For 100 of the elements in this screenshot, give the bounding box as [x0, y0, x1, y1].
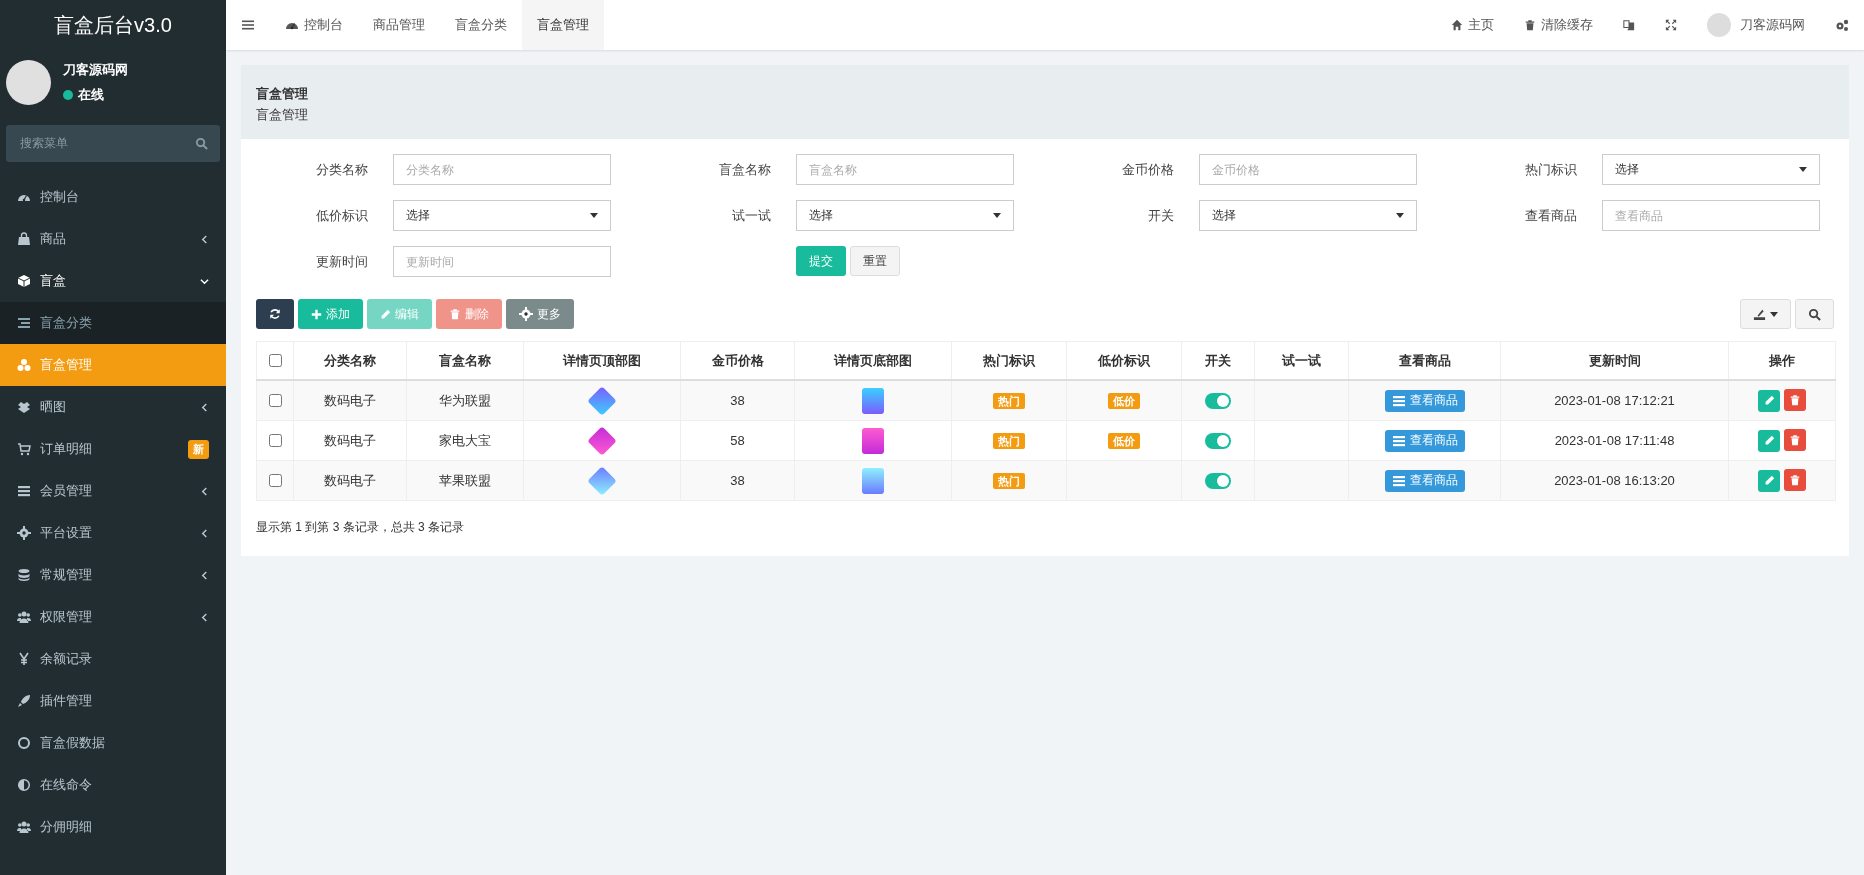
user-menu[interactable]: 刀客源码网 — [1692, 0, 1820, 50]
edit-button[interactable] — [1758, 429, 1781, 452]
filter-select[interactable]: 选择 — [796, 200, 1014, 231]
chevron-left-icon — [200, 612, 209, 622]
list-icon — [1391, 393, 1406, 408]
sidebar-item[interactable]: 订单明细 新 — [0, 428, 226, 470]
table-cell: 2023-01-08 16:13:20 — [1500, 460, 1729, 501]
sidebar-item[interactable]: 在线命令 — [0, 764, 226, 806]
table-cell: 38 — [680, 460, 795, 501]
export-icon — [1753, 307, 1766, 321]
table-cell: 数码电子 — [293, 380, 407, 421]
sidebar-item[interactable]: 盲盒分类 — [0, 302, 226, 344]
filter-select[interactable]: 选择 — [1602, 154, 1820, 185]
chevron-down-icon — [200, 276, 209, 286]
filter-label: 分类名称 — [315, 160, 369, 179]
sidebar-item[interactable]: 余额记录 — [0, 638, 226, 680]
nav-tab[interactable]: 商品管理 — [358, 0, 440, 50]
filter-select[interactable]: 选择 — [393, 200, 611, 231]
menu-icon — [241, 18, 255, 32]
circle-icon — [17, 736, 31, 750]
row-checkbox[interactable] — [269, 474, 282, 487]
toggle-switch[interactable] — [1205, 432, 1231, 449]
sidebar-item[interactable]: 插件管理 — [0, 680, 226, 722]
filter-label: 盲盒名称 — [718, 160, 772, 179]
fullscreen-icon — [1665, 19, 1677, 31]
sidebar-item[interactable]: 平台设置 — [0, 512, 226, 554]
sidebar-item[interactable]: 盲盒假数据 — [0, 722, 226, 764]
filter-input[interactable]: 更新时间 — [393, 246, 611, 277]
search-button[interactable] — [1795, 299, 1834, 329]
filter-input[interactable]: 分类名称 — [393, 154, 611, 185]
low-price-tag: 低价 — [1108, 392, 1140, 409]
delete-button[interactable] — [1783, 389, 1806, 412]
delete-button[interactable] — [1783, 429, 1806, 452]
toggle-switch[interactable] — [1205, 392, 1231, 409]
table-cell: 38 — [680, 380, 795, 421]
trash-icon — [1524, 19, 1536, 31]
table-cell: 数码电子 — [293, 460, 407, 501]
table-cell: 数码电子 — [293, 420, 407, 461]
refresh-button[interactable] — [256, 299, 294, 329]
edit-button[interactable] — [1758, 469, 1781, 492]
table-cell: 58 — [680, 420, 795, 461]
hot-tag: 热门 — [993, 472, 1025, 489]
chevron-left-icon — [200, 570, 209, 580]
app-logo: 盲盒后台v3.0 — [53, 12, 173, 38]
cubes-icon — [17, 358, 31, 372]
translate-icon — [1623, 19, 1635, 31]
row-checkbox[interactable] — [269, 394, 282, 407]
shopping-bag-icon — [17, 232, 31, 246]
filter-label: 更新时间 — [315, 252, 369, 271]
pencil-icon — [1763, 395, 1775, 407]
sidebar-item[interactable]: 晒图 — [0, 386, 226, 428]
search-icon — [1808, 307, 1821, 321]
row-checkbox[interactable] — [269, 434, 282, 447]
trash-icon — [1788, 394, 1801, 407]
cart-icon — [17, 442, 31, 456]
table-cell: 2023-01-08 17:11:48 — [1500, 420, 1729, 461]
filter-input[interactable]: 盲盒名称 — [796, 154, 1014, 185]
nav-tab[interactable]: 盲盒管理 — [522, 0, 604, 50]
filter-label: 金币价格 — [1121, 160, 1175, 179]
nav-tab[interactable]: 盲盒分类 — [440, 0, 522, 50]
filter-input[interactable]: 查看商品 — [1602, 200, 1820, 231]
sidebar-item[interactable]: 分佣明细 — [0, 806, 226, 848]
filter-select[interactable]: 选择 — [1199, 200, 1417, 231]
gift-box-thumbnail — [862, 467, 884, 494]
filter-input[interactable]: 金币价格 — [1199, 154, 1417, 185]
export-button[interactable] — [1740, 299, 1791, 329]
half-circle-icon — [17, 778, 31, 792]
select-all-checkbox[interactable] — [269, 354, 282, 367]
sidebar-item[interactable]: 控制台 — [0, 176, 226, 218]
yen-icon — [17, 652, 31, 666]
new-badge: 新 — [188, 439, 209, 459]
home-link[interactable]: 主页 — [1436, 0, 1509, 50]
table-cell: 苹果联盟 — [406, 460, 524, 501]
table-cell: 华为联盟 — [406, 380, 524, 421]
trash-icon — [1788, 474, 1801, 487]
list-icon — [1391, 433, 1406, 448]
sidebar-item[interactable]: 会员管理 — [0, 470, 226, 512]
more-button[interactable]: 更多 — [506, 299, 574, 329]
clear-cache-link[interactable]: 清除缓存 — [1509, 0, 1608, 50]
reset-button[interactable]: 重置 — [850, 246, 900, 276]
filter-label: 热门标识 — [1524, 160, 1578, 179]
chevron-left-icon — [200, 234, 209, 244]
filter-label: 试一试 — [731, 206, 772, 225]
toggle-switch[interactable] — [1205, 472, 1231, 489]
sidebar-item[interactable]: 商品 — [0, 218, 226, 260]
home-icon — [1451, 19, 1463, 31]
pencil-icon — [1763, 435, 1775, 447]
sidebar-item[interactable]: 权限管理 — [0, 596, 226, 638]
delete-button[interactable] — [1783, 469, 1806, 492]
database-icon — [17, 568, 31, 582]
sidebar-item[interactable]: 盲盒 — [0, 260, 226, 302]
filter-label: 查看商品 — [1524, 206, 1578, 225]
hot-tag: 热门 — [993, 432, 1025, 449]
user-status: 在线 — [78, 86, 104, 104]
chevron-left-icon — [200, 528, 209, 538]
edit-button[interactable] — [1758, 389, 1781, 412]
sidebar-item[interactable]: 常规管理 — [0, 554, 226, 596]
search-icon — [195, 137, 208, 150]
nav-tab[interactable]: 控制台 — [270, 0, 358, 50]
table-cell: 家电大宝 — [406, 420, 524, 461]
